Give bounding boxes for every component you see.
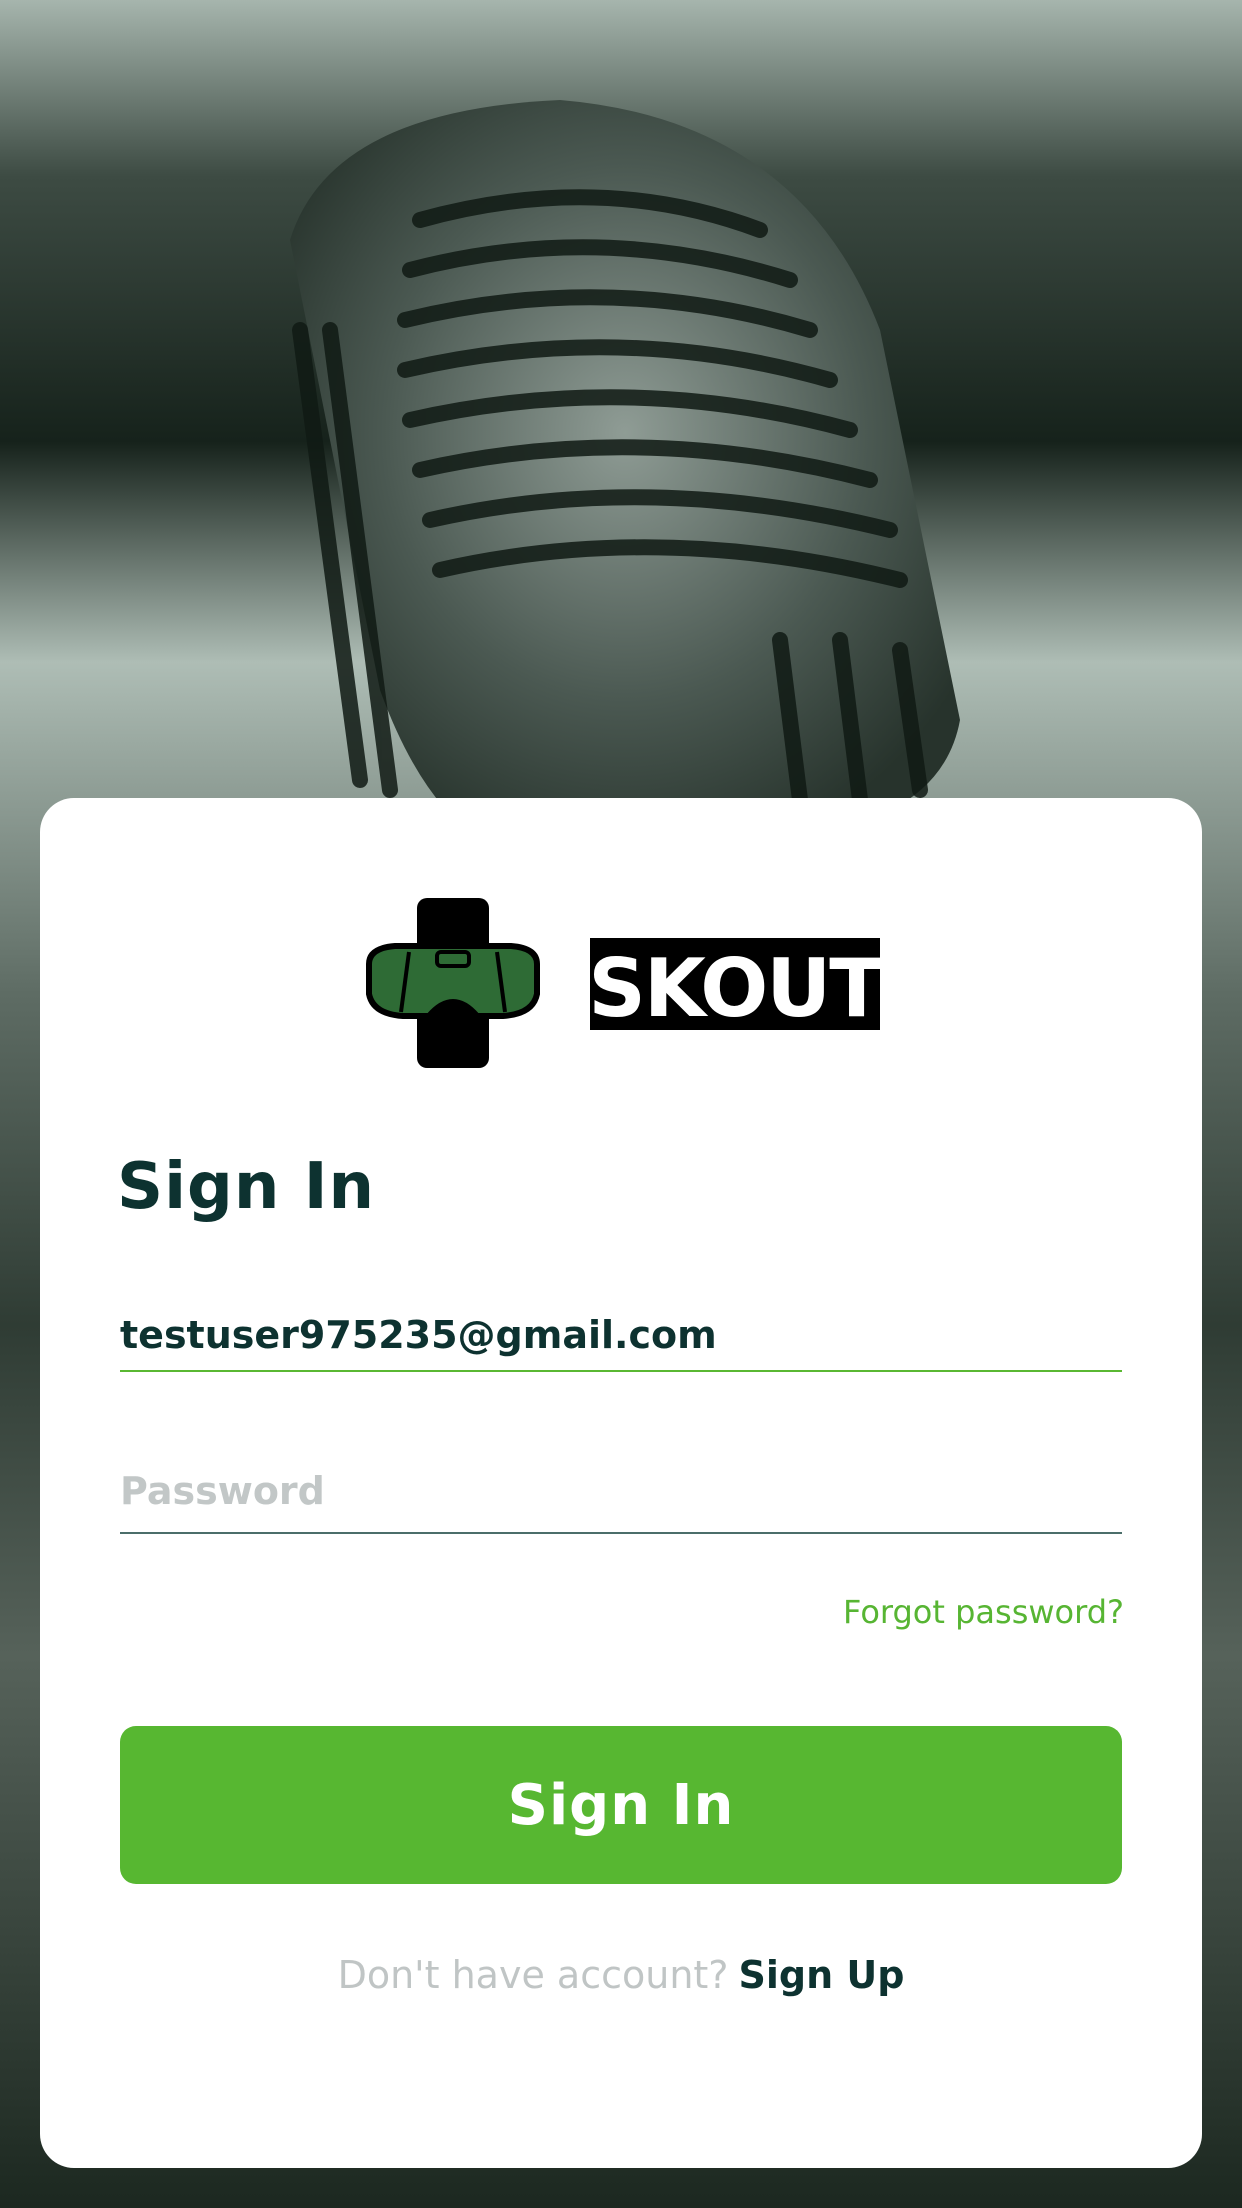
email-field[interactable]	[120, 1300, 1122, 1372]
password-field[interactable]	[120, 1450, 1122, 1534]
signin-screen: SKOUT Sign In Forgot password? Sign In D…	[0, 0, 1242, 2208]
sign-in-button[interactable]: Sign In	[120, 1726, 1122, 1884]
signin-card: SKOUT Sign In Forgot password? Sign In D…	[40, 798, 1202, 2168]
page-title: Sign In	[117, 1150, 376, 1224]
brand-wordmark: SKOUT	[588, 942, 884, 1035]
signup-prompt: Don't have account?	[337, 1953, 729, 1997]
skout-logo: SKOUT	[366, 898, 885, 1068]
forgot-password-link[interactable]: Forgot password?	[843, 1593, 1124, 1631]
sign-up-link[interactable]: Sign Up	[738, 1953, 904, 1997]
signup-row: Don't have account? Sign Up	[40, 1953, 1202, 1997]
vr-headset-icon	[366, 898, 540, 1068]
